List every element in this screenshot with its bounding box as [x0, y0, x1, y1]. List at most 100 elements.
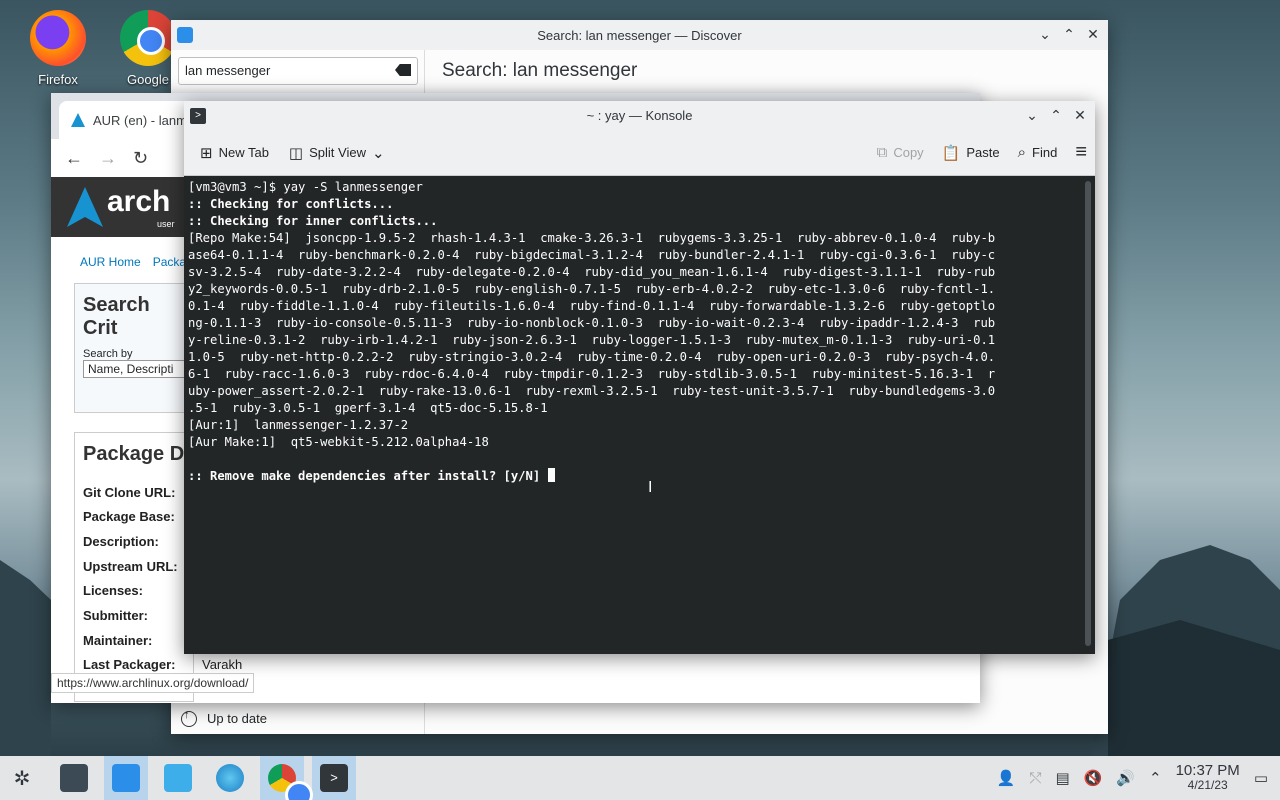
firefox-icon [30, 10, 86, 66]
search-by-label: Search by [83, 348, 133, 360]
tab-title: AUR (en) - lanm [93, 112, 187, 128]
terminal-line: 1.0-5 ruby-net-http-0.2.2-2 ruby-stringi… [188, 350, 996, 364]
konsole-window: > ~ : yay — Konsole ⌄ ⌃ ✕ ⊞ New Tab ◫ Sp… [184, 101, 1095, 654]
taskbar-file-manager[interactable] [156, 756, 200, 800]
terminal-line: :: Checking for conflicts... [188, 197, 394, 211]
terminal-line: .5-1 ruby-3.0.5-1 gperf-3.1-4 qt5-doc-5.… [188, 401, 548, 415]
clear-icon[interactable] [395, 64, 411, 76]
globe-icon [216, 764, 244, 792]
system-tray: 👤 ⤲ ▤ 🔇 🔊 ⌃ 10:37 PM 4/21/23 ▭ [997, 763, 1280, 793]
terminal-line: [Aur:1] lanmessenger-1.2.37-2 [188, 418, 409, 432]
konsole-toolbar: ⊞ New Tab ◫ Split View ⌄ ⧉ Copy 📋 Paste … [184, 130, 1095, 176]
back-icon[interactable]: ← [65, 148, 83, 169]
chevron-up-icon[interactable]: ⌃ [1149, 769, 1162, 787]
update-status-label: Up to date [207, 711, 267, 726]
detail-label: Last Packager: [83, 657, 176, 672]
minimize-button[interactable]: ⌄ [1036, 25, 1054, 43]
detail-label: Maintainer: [83, 633, 153, 648]
new-tab-button[interactable]: ⊞ New Tab [200, 144, 269, 162]
taskbar-browser[interactable] [208, 756, 252, 800]
clock-date: 4/21/23 [1187, 778, 1228, 792]
terminal-line: [Repo Make:54] jsoncpp-1.9.5-2 rhash-1.4… [188, 231, 996, 245]
package-details-heading: Package D [83, 443, 185, 465]
desktop-icon-label: Google [127, 72, 169, 87]
clipboard-icon[interactable]: ▤ [1055, 769, 1069, 787]
search-input[interactable]: lan messenger [178, 57, 418, 85]
desktop-icon-label: Firefox [38, 72, 78, 87]
clock[interactable]: 10:37 PM 4/21/23 [1176, 763, 1240, 793]
new-tab-label: New Tab [218, 145, 269, 160]
last-packager-value[interactable]: Varakh [202, 657, 242, 672]
arch-logo-sub: user [157, 219, 175, 229]
audio-muted-icon[interactable]: 🔇 [1084, 769, 1103, 787]
hamburger-menu-icon: ≡ [1075, 141, 1087, 163]
arch-logo-text: arch [107, 185, 171, 218]
taskbar-konsole[interactable]: > [312, 756, 356, 800]
split-view-label: Split View [309, 145, 366, 160]
split-view-button[interactable]: ◫ Split View ⌄ [289, 144, 385, 162]
maximize-button[interactable]: ⌃ [1047, 106, 1065, 124]
close-button[interactable]: ✕ [1084, 25, 1102, 43]
terminal-line: 6-1 ruby-racc-1.6.0-3 ruby-rdoc-6.4.0-4 … [188, 367, 996, 381]
terminal-line: y-reline-0.3.1-2 ruby-irb-1.4.2-1 ruby-j… [188, 333, 996, 347]
terminal-output[interactable]: [vm3@vm3 ~]$ yay -S lanmessenger:: Check… [184, 176, 1083, 654]
browser-tab[interactable]: AUR (en) - lanm [59, 101, 194, 139]
volume-icon[interactable]: 🔊 [1116, 769, 1135, 787]
terminal-scrollbar[interactable] [1085, 181, 1091, 646]
application-launcher-button[interactable]: ✲ [0, 756, 44, 800]
minimize-button[interactable]: ⌄ [1023, 106, 1041, 124]
detail-label: Package Base: [83, 509, 175, 524]
terminal-line: sv-3.2.5-4 ruby-date-3.2.2-4 ruby-delega… [188, 265, 996, 279]
update-status[interactable]: Up to date [171, 702, 424, 734]
find-button[interactable]: ⌕ Find [1018, 144, 1058, 161]
maximize-button[interactable]: ⌃ [1060, 25, 1078, 43]
taskbar-chrome[interactable] [260, 756, 313, 800]
chrome-icon [268, 764, 313, 800]
terminal-line: :: Checking for inner conflicts... [188, 214, 438, 228]
nav-link-packages[interactable]: Packa [153, 255, 186, 269]
detail-label: Description: [83, 534, 159, 549]
update-icon [181, 709, 197, 727]
discover-titlebar[interactable]: Search: lan messenger — Discover ⌄ ⌃ ✕ [171, 20, 1108, 50]
terminal-line: ase64-0.1.1-4 ruby-benchmark-0.2.0-4 rub… [188, 248, 996, 262]
konsole-app-icon: > [190, 108, 206, 124]
discover-app-icon [177, 27, 193, 43]
paste-button[interactable]: 📋 Paste [942, 144, 1000, 162]
show-desktop-icon[interactable]: ▭ [1254, 769, 1268, 787]
window-title: ~ : yay — Konsole [586, 108, 693, 123]
taskbar-settings[interactable] [52, 756, 96, 800]
find-label: Find [1032, 145, 1058, 160]
link-status-url: https://www.archlinux.org/download/ [51, 673, 255, 693]
chevron-down-icon[interactable]: ⌄ [372, 144, 385, 162]
detail-label: Git Clone URL: [83, 485, 176, 500]
konsole-icon: > [320, 764, 348, 792]
nav-link-aur-home[interactable]: AUR Home [80, 255, 141, 269]
hamburger-menu-button[interactable]: ≡ [1075, 141, 1087, 164]
split-view-icon: ◫ [288, 144, 304, 162]
detail-label: Upstream URL: [83, 559, 178, 574]
arch-logo-icon[interactable] [67, 187, 103, 227]
reload-icon[interactable]: ↻ [133, 148, 148, 169]
terminal-cursor [547, 468, 555, 482]
copy-button[interactable]: ⧉ Copy [877, 144, 924, 161]
page-title: Search: lan messenger [442, 60, 638, 81]
terminal-line: 0.1-4 ruby-fiddle-1.1.0-4 ruby-fileutils… [188, 299, 996, 313]
search-icon: ⌕ [1017, 144, 1027, 161]
taskbar-discover[interactable] [104, 756, 148, 800]
window-title: Search: lan messenger — Discover [537, 27, 742, 43]
konsole-titlebar[interactable]: > ~ : yay — Konsole ⌄ ⌃ ✕ [184, 101, 1095, 130]
arch-favicon-icon [71, 113, 85, 127]
user-icon[interactable]: 👤 [997, 769, 1016, 787]
paste-icon: 📋 [941, 144, 961, 162]
network-icon[interactable]: ⤲ [1029, 770, 1041, 787]
close-button[interactable]: ✕ [1071, 106, 1089, 124]
forward-icon[interactable]: → [99, 148, 117, 169]
desktop-icon-firefox[interactable]: Firefox [18, 10, 98, 87]
terminal-line: ng-0.1.1-3 ruby-io-console-0.5.11-3 ruby… [188, 316, 996, 330]
search-value: lan messenger [185, 63, 271, 78]
clock-time: 10:37 PM [1175, 762, 1240, 779]
search-criteria-heading: Search Crit [83, 294, 150, 339]
taskbar: ✲ > 👤 ⤲ ▤ 🔇 🔊 ⌃ 10:37 PM 4/21/23 ▭ [0, 756, 1280, 800]
text-cursor-icon: I [648, 479, 653, 496]
